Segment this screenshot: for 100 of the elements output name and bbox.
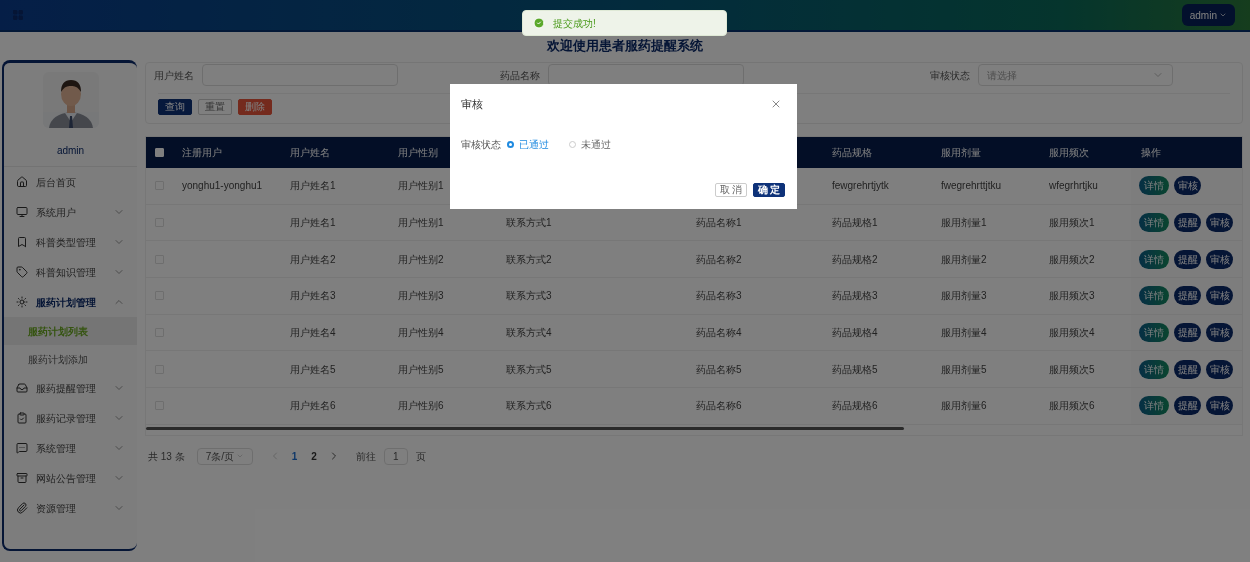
table-cell: 联系方式1	[506, 217, 552, 229]
menu-item[interactable]: 系统管理	[4, 433, 137, 463]
table-cell: 药品规格2	[832, 253, 878, 265]
table-cell: 用户性别1	[398, 180, 444, 192]
inbox-icon	[16, 382, 28, 394]
page-number[interactable]: 2	[308, 448, 320, 464]
archive-icon	[16, 472, 28, 484]
table-cell: 用户性别3	[398, 290, 444, 302]
action-button[interactable]: 审核	[1206, 213, 1233, 233]
table-cell: 服用剂量6	[941, 400, 987, 412]
clipboard-check-icon	[16, 412, 28, 424]
action-button[interactable]: 提醒	[1174, 359, 1201, 379]
action-button[interactable]: 提醒	[1174, 213, 1201, 233]
table-cell: 服用剂量3	[941, 290, 987, 302]
menu-item[interactable]: 资源管理	[4, 493, 137, 523]
action-button[interactable]: 提醒	[1174, 396, 1201, 416]
table-cell: 联系方式5	[506, 363, 552, 375]
action-button[interactable]: 详情	[1139, 176, 1169, 196]
table-cell: 服用频次1	[1049, 217, 1095, 229]
danger-button[interactable]: 删除	[238, 99, 272, 115]
page-number[interactable]: 1	[288, 448, 301, 464]
column-header: 注册用户	[182, 147, 222, 158]
field-label: 审核状态	[461, 137, 501, 152]
submenu-item[interactable]: 服药计划添加	[4, 345, 137, 373]
table-cell: 服用频次4	[1049, 327, 1095, 339]
table-cell: wfegrhrtjku	[1049, 180, 1098, 192]
action-button[interactable]: 审核	[1174, 176, 1201, 196]
action-button[interactable]: 详情	[1139, 213, 1169, 233]
menu-item[interactable]: 网站公告管理	[4, 463, 137, 493]
primary-button[interactable]: 确 定	[753, 183, 785, 197]
menu-item[interactable]: 服药提醒管理	[4, 373, 137, 403]
action-button[interactable]: 提醒	[1174, 323, 1201, 343]
table-cell: 用户姓名4	[290, 327, 336, 339]
table-cell: 药品名称5	[696, 363, 742, 375]
table-cell: 联系方式6	[506, 400, 552, 412]
table-cell: 服用剂量2	[941, 253, 987, 265]
table-cell: 用户姓名5	[290, 363, 336, 375]
column-header: 服用剂量	[941, 147, 981, 158]
check-circle-icon	[533, 17, 545, 29]
success-toast: 提交成功!	[522, 10, 727, 36]
action-button[interactable]: 详情	[1139, 396, 1169, 416]
table-cell: 药品规格4	[832, 327, 878, 339]
home-icon	[16, 176, 28, 188]
table-cell: 药品名称4	[696, 327, 742, 339]
scrollbar[interactable]	[146, 426, 904, 430]
table-cell: 药品名称2	[696, 253, 742, 265]
action-button[interactable]: 审核	[1206, 359, 1233, 379]
page-input[interactable]: 1	[383, 447, 408, 465]
plain-button[interactable]: 重置	[198, 99, 232, 115]
table-cell: 药品规格5	[832, 363, 878, 375]
column-header: 操作	[1141, 147, 1161, 158]
table-cell: 用户性别2	[398, 253, 444, 265]
menu-item[interactable]: 系统用户	[4, 197, 137, 227]
column-header: 服用频次	[1049, 147, 1089, 158]
primary-button[interactable]: 查询	[158, 99, 192, 115]
action-button[interactable]: 详情	[1139, 359, 1169, 379]
field-label: 用户姓名	[153, 68, 194, 83]
input-field[interactable]	[548, 64, 744, 86]
table-cell: 服用频次3	[1049, 290, 1095, 302]
radio-option[interactable]: 未通过	[569, 136, 631, 152]
table-cell: 用户姓名2	[290, 253, 336, 265]
table-cell: 服用剂量1	[941, 217, 987, 229]
action-button[interactable]: 审核	[1206, 396, 1233, 416]
table-cell: 用户性别1	[398, 217, 444, 229]
bookmark-icon	[16, 236, 28, 248]
menu-item[interactable]: 科普知识管理	[4, 257, 137, 287]
menu-item[interactable]: 后台首页	[4, 167, 137, 197]
plain-button[interactable]: 取 消	[715, 183, 747, 197]
action-button[interactable]: 详情	[1139, 323, 1169, 343]
username: admin	[55, 144, 86, 158]
action-button[interactable]: 审核	[1206, 286, 1233, 306]
table-cell: 药品名称1	[696, 217, 742, 229]
action-button[interactable]: 审核	[1206, 249, 1233, 269]
action-button[interactable]: 审核	[1206, 323, 1233, 343]
table-cell: yonghu1-yonghu1	[182, 180, 263, 192]
field-label: 审核状态	[929, 68, 970, 83]
total-count: 共 13 条	[148, 449, 185, 464]
page-size-select[interactable]: 7条/页	[196, 447, 253, 465]
tag-icon	[16, 266, 28, 278]
sun-icon	[16, 296, 28, 308]
menu-item[interactable]: 服药计划管理	[4, 287, 137, 317]
table-cell: 服用频次6	[1049, 400, 1095, 412]
table-cell: 用户姓名1	[290, 180, 336, 192]
menu-item[interactable]: 科普类型管理	[4, 227, 137, 257]
action-button[interactable]: 详情	[1139, 249, 1169, 269]
action-button[interactable]: 提醒	[1174, 249, 1201, 269]
action-button[interactable]: 详情	[1139, 286, 1169, 306]
message-icon	[16, 442, 28, 454]
menu-item[interactable]: 服药记录管理	[4, 403, 137, 433]
column-header: 用户性别	[398, 147, 438, 158]
table-cell: 联系方式2	[506, 253, 552, 265]
table-cell: 服用频次5	[1049, 363, 1095, 375]
user-menu-button[interactable]: admin	[1181, 4, 1235, 26]
action-button[interactable]: 提醒	[1174, 286, 1201, 306]
radio-option[interactable]: 已通过	[507, 136, 569, 152]
paperclip-icon	[16, 502, 28, 514]
goto-suffix: 页	[415, 449, 426, 464]
page-title: 欢迎使用患者服药提醒系统	[547, 37, 703, 56]
table-cell: 服用剂量4	[941, 327, 987, 339]
table-cell: fewgrehrtjytk	[832, 180, 889, 192]
